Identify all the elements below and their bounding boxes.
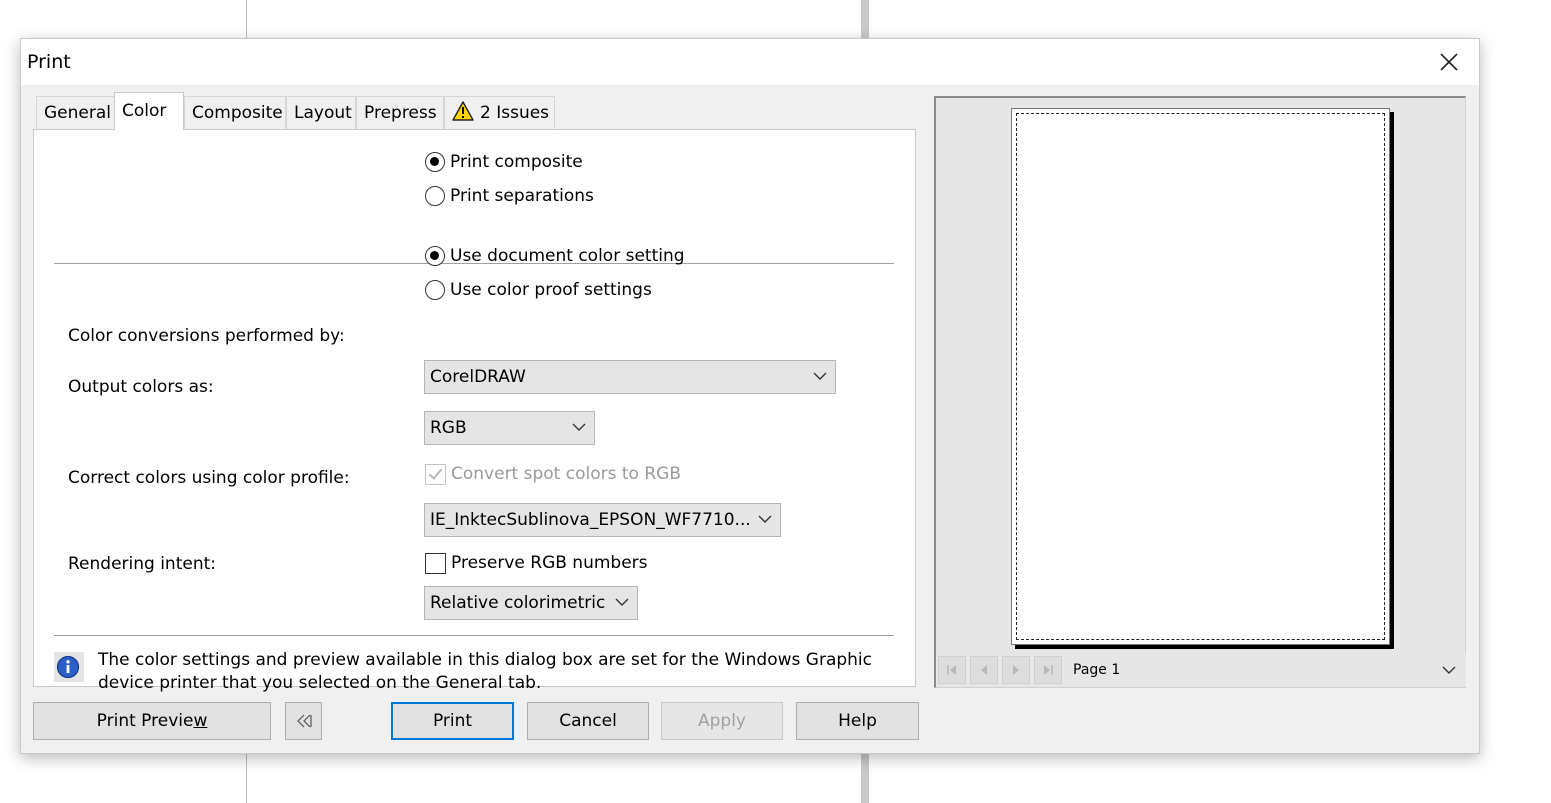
print-composite-radio[interactable]: Print composite	[425, 150, 583, 174]
printable-area-outline	[1016, 113, 1385, 640]
radio-indicator	[425, 186, 445, 206]
tab-color[interactable]: Color	[114, 92, 184, 130]
mnemonic-letter: w	[193, 711, 208, 731]
checkbox-box	[425, 552, 446, 574]
print-button[interactable]: Print	[391, 702, 514, 740]
select-value: RGB	[430, 418, 467, 438]
use-color-proof-settings-radio[interactable]: Use color proof settings	[425, 278, 652, 302]
chevron-down-icon	[615, 598, 629, 606]
color-tab-panel: Print composite Print separations Use do…	[33, 129, 916, 693]
tab-label: Layout	[294, 103, 352, 123]
tab-general[interactable]: General	[36, 96, 115, 129]
convert-spot-colors-checkbox[interactable]: Convert spot colors to RGB	[425, 462, 681, 486]
color-conversions-select[interactable]: CorelDRAW	[424, 360, 836, 394]
preview-page	[1011, 108, 1390, 645]
color-conversions-label: Color conversions performed by:	[68, 326, 345, 346]
print-separations-radio[interactable]: Print separations	[425, 184, 594, 208]
info-text: The color settings and preview available…	[98, 650, 872, 693]
info-icon-frame	[54, 652, 84, 682]
tab-composite[interactable]: Composite	[184, 96, 286, 129]
select-value: CorelDRAW	[430, 367, 526, 387]
button-label: Cancel	[559, 711, 617, 731]
checkbox-box	[425, 463, 446, 485]
button-label: Apply	[698, 711, 746, 731]
button-label: Help	[838, 711, 877, 731]
output-colors-label: Output colors as:	[68, 377, 214, 397]
close-icon[interactable]	[1435, 48, 1463, 76]
next-page-icon	[1013, 665, 1019, 675]
page-select[interactable]: Page 1	[1069, 655, 1464, 685]
collapse-preview-button[interactable]	[285, 702, 322, 740]
divider	[54, 635, 894, 636]
color-profile-label: Correct colors using color profile:	[68, 468, 350, 488]
previous-page-button[interactable]	[970, 656, 998, 684]
warning-icon	[452, 101, 474, 121]
print-dialog: Print General Color Composite Layout Pre…	[20, 38, 1480, 754]
use-document-color-setting-radio[interactable]: Use document color setting	[425, 244, 685, 268]
checkbox-label: Convert spot colors to RGB	[451, 464, 681, 484]
first-page-button[interactable]	[938, 656, 966, 684]
preserve-rgb-numbers-checkbox[interactable]: Preserve RGB numbers	[425, 551, 648, 575]
dialog-title: Print	[27, 51, 71, 73]
radio-indicator	[425, 280, 445, 300]
tab-label: Color	[122, 101, 167, 121]
last-page-icon	[1044, 665, 1053, 675]
previous-page-icon	[981, 665, 987, 675]
first-page-icon	[947, 665, 956, 675]
radio-selected-indicator	[425, 246, 445, 266]
chevron-down-icon	[572, 423, 586, 431]
collapse-preview-icon	[296, 714, 312, 728]
radio-label: Print composite	[450, 152, 583, 172]
button-label: Print Previe	[96, 711, 194, 731]
page-navigation-bar: Page 1	[936, 653, 1466, 687]
apply-button[interactable]: Apply	[661, 702, 783, 740]
chevron-down-icon	[813, 372, 827, 380]
select-value: IE_InktecSublinova_EPSON_WF7710...	[430, 510, 751, 530]
info-icon	[56, 655, 80, 679]
radio-label: Use color proof settings	[450, 280, 652, 300]
help-button[interactable]: Help	[796, 702, 919, 740]
last-page-button[interactable]	[1034, 656, 1062, 684]
button-label: Print	[432, 711, 473, 731]
rendering-intent-select[interactable]: Relative colorimetric	[424, 586, 638, 620]
cancel-button[interactable]: Cancel	[527, 702, 649, 740]
title-bar: Print	[21, 39, 1479, 85]
color-profile-select[interactable]: IE_InktecSublinova_EPSON_WF7710...	[424, 503, 781, 537]
radio-selected-indicator	[425, 152, 445, 172]
radio-label: Print separations	[450, 186, 594, 206]
chevron-down-icon	[1442, 666, 1456, 674]
chevron-down-icon	[758, 515, 772, 523]
rendering-intent-label: Rendering intent:	[68, 554, 217, 574]
checkbox-label: Preserve RGB numbers	[451, 553, 648, 573]
next-page-button[interactable]	[1002, 656, 1030, 684]
tab-label: 2 Issues	[480, 103, 550, 123]
select-value: Page 1	[1073, 662, 1121, 678]
print-preview-pane: Page 1	[934, 96, 1466, 688]
tab-label: General	[44, 103, 111, 123]
tab-label: Composite	[192, 103, 283, 123]
print-preview-button[interactable]: Print Preview	[33, 702, 271, 740]
radio-label: Use document color setting	[450, 246, 685, 266]
tab-prepress[interactable]: Prepress	[356, 96, 444, 129]
tab-label: Prepress	[364, 103, 437, 123]
output-colors-select[interactable]: RGB	[424, 411, 595, 445]
tab-issues[interactable]: 2 Issues	[444, 96, 555, 129]
select-value: Relative colorimetric	[430, 593, 606, 613]
tab-layout[interactable]: Layout	[286, 96, 356, 129]
